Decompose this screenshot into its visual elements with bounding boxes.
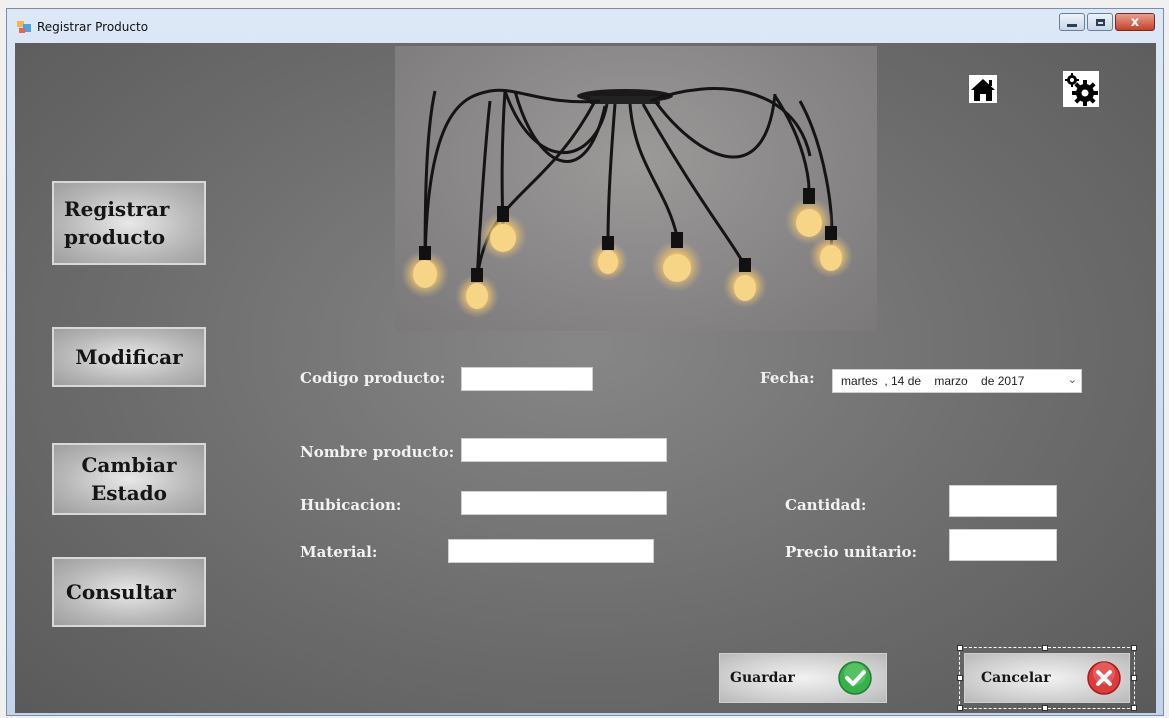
resize-handle[interactable] [1131,705,1137,711]
nombre-producto-label: Nombre producto: [300,443,455,461]
check-icon [838,661,872,695]
resize-handle[interactable] [957,705,963,711]
hubicacion-label: Hubicacion: [300,496,402,514]
material-label: Material: [300,543,378,561]
modificar-button[interactable]: Modificar [52,327,206,387]
fecha-date-picker[interactable]: martes , 14 de marzo de 2017 ⌄ [832,369,1082,393]
minimize-button[interactable] [1059,13,1085,31]
resize-handle[interactable] [957,675,963,681]
codigo-producto-label: Codigo producto: [300,369,446,387]
guardar-label: Guardar [730,670,795,686]
cancelar-label: Cancelar [981,670,1051,686]
button-label-line1: Registrar [64,197,170,221]
maximize-icon [1095,18,1105,26]
close-icon: x [1130,14,1140,30]
cantidad-input[interactable] [949,485,1057,517]
app-icon [17,21,31,33]
guardar-button[interactable]: Guardar [719,653,887,703]
gear-icon[interactable] [1061,69,1099,107]
consultar-button[interactable]: Consultar [52,557,206,627]
resize-handle[interactable] [1042,645,1048,651]
window-title: Registrar Producto [37,20,149,34]
button-label-line2: Estado [90,481,168,505]
close-button[interactable]: x [1115,13,1155,31]
form-client-area: Registrar producto Modificar Cambiar Est… [15,43,1156,713]
hubicacion-input[interactable] [461,491,667,515]
nombre-producto-input[interactable] [461,438,667,462]
button-label-line1: Cambiar [81,453,177,477]
window-controls: x [1059,13,1155,33]
app-window: Registrar Producto x Registrar producto … [6,8,1164,716]
fecha-label: Fecha: [760,369,815,387]
resize-handle[interactable] [1131,675,1137,681]
pendant-lamp-photo [395,46,877,331]
chevron-down-icon[interactable]: ⌄ [1068,373,1077,386]
cantidad-label: Cantidad: [785,496,867,514]
button-label: Modificar [75,345,183,369]
home-icon[interactable] [965,71,1001,107]
fecha-value: martes , 14 de marzo de 2017 [841,374,1025,388]
registrar-producto-button[interactable]: Registrar producto [52,181,206,265]
button-label: Consultar [66,580,176,604]
precio-unitario-label: Precio unitario: [785,543,918,561]
cancelar-button[interactable]: Cancelar [964,653,1130,703]
codigo-producto-input[interactable] [461,367,593,391]
cancel-x-icon [1087,661,1121,695]
cambiar-estado-button[interactable]: Cambiar Estado [52,443,206,515]
resize-handle[interactable] [1131,645,1137,651]
precio-unitario-input[interactable] [949,529,1057,561]
button-label-line2: producto [64,225,166,249]
resize-handle[interactable] [957,645,963,651]
lamp-illustration [401,87,853,318]
minimize-icon [1067,23,1077,27]
title-bar[interactable]: Registrar Producto x [7,9,1163,43]
maximize-button[interactable] [1087,13,1113,31]
resize-handle[interactable] [1042,705,1048,711]
material-input[interactable] [448,539,654,563]
